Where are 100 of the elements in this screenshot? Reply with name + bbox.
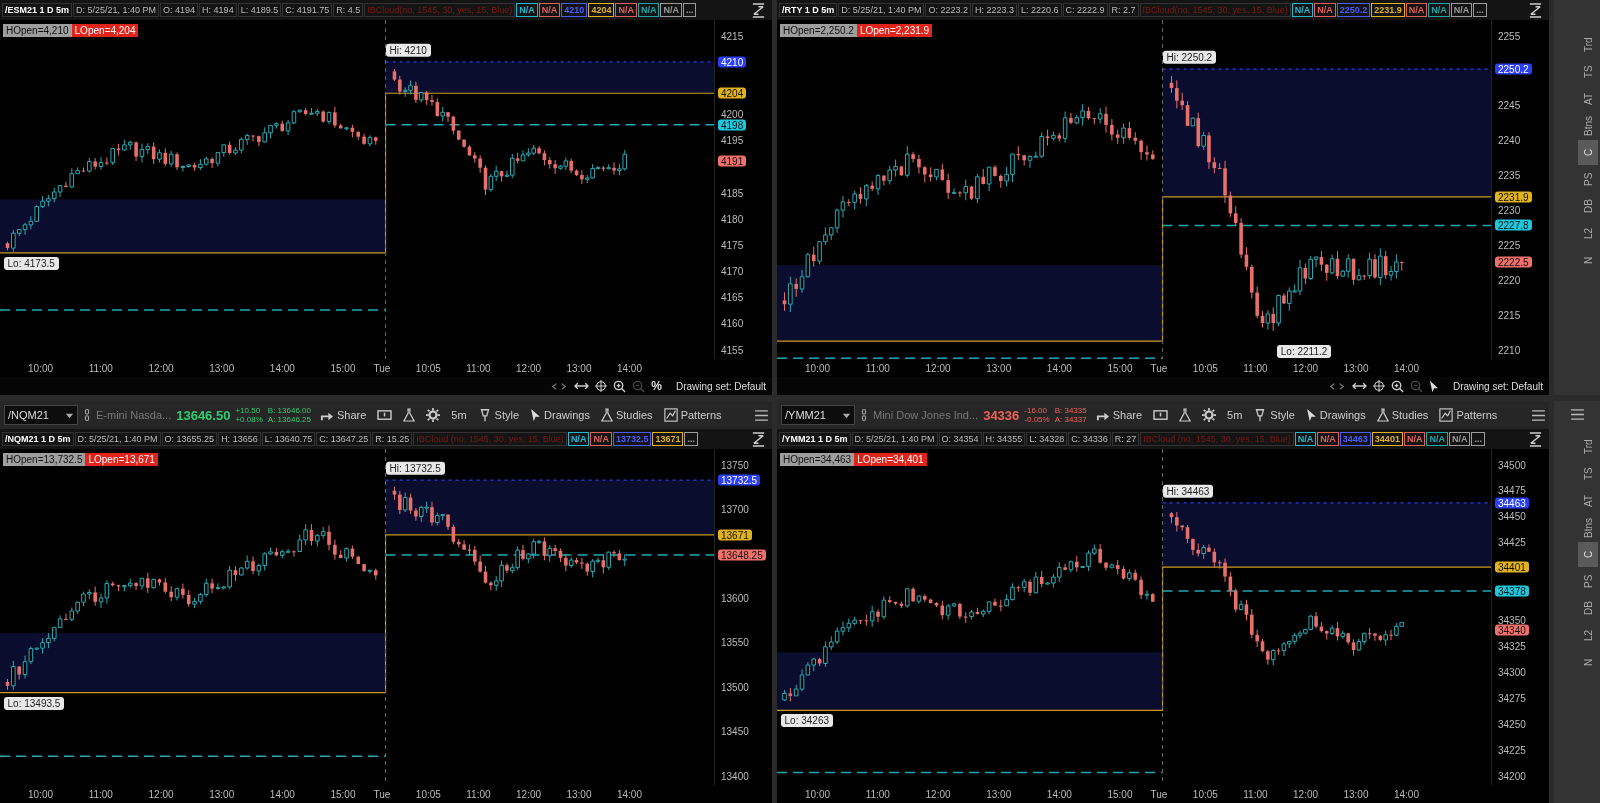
bid-ask-quote: B: 13646.00 <box>267 406 311 415</box>
open-level-badge: HOpen=4,210 <box>3 24 72 37</box>
style-button[interactable]: Style <box>474 406 523 424</box>
price-axis-label: 4160 <box>721 317 744 329</box>
price-axis-label: 2255 <box>1498 30 1521 42</box>
open-level-badge: HOpen=13,732.5 <box>3 453 86 466</box>
flask-button[interactable]: Studies <box>597 406 656 424</box>
text-button[interactable]: 5m <box>1224 407 1246 423</box>
low-callout: Lo: 2211.2 <box>1276 345 1332 359</box>
time-axis-label: Tue <box>1150 788 1168 800</box>
study-value: N/A <box>660 3 682 17</box>
style-button[interactable]: Style <box>1250 406 1298 424</box>
time-axis-label: 10:05 <box>1192 362 1218 374</box>
time-axis-label: 10:00 <box>805 362 831 374</box>
price-tag: 13732.5 <box>718 474 761 486</box>
study-value: 13671 <box>652 432 684 446</box>
time-axis-label: 11:00 <box>466 788 491 800</box>
price-axis-label: 4195 <box>721 134 744 146</box>
price-axis-label: 13700 <box>721 503 749 515</box>
ohlc-field: C: 4191.75 <box>282 3 333 17</box>
time-axis-label: 12:00 <box>148 788 174 800</box>
price-axis-label: 2210 <box>1498 344 1521 356</box>
text-button[interactable]: 5m <box>448 407 470 423</box>
ohlc-field: H: 4194 <box>199 3 237 17</box>
price-axis-label: 2220 <box>1498 274 1521 286</box>
ohlc-field: H: 2223.3 <box>971 3 1017 17</box>
time-axis-label: 15:00 <box>330 362 356 374</box>
time-axis-label: 13:00 <box>566 362 592 374</box>
price-axis-label: 4180 <box>721 213 744 225</box>
time-axis-label: 11:00 <box>865 788 890 800</box>
pattern-button[interactable]: Patterns <box>660 406 725 424</box>
price-axis-label: 13550 <box>721 636 749 648</box>
time-axis-label: 14:00 <box>269 788 295 800</box>
time-axis-label: 13:00 <box>209 362 235 374</box>
chart-symbol: /ESM21 1 D 5m <box>2 3 73 17</box>
ohlc-field: D: 5/25/21, 1:40 PM <box>851 432 938 446</box>
pattern-button[interactable]: Patterns <box>1436 406 1501 424</box>
flask-button[interactable]: Studies <box>1373 406 1432 424</box>
ohlc-field: L: 34328 <box>1026 432 1068 446</box>
price-axis-label: 34250 <box>1498 718 1526 730</box>
time-axis-label: 11:00 <box>865 362 890 374</box>
price-tag: 34378 <box>1495 585 1529 597</box>
study-label: IBCloud (no, 1545, 30, yes, 15, Blue) <box>413 432 567 446</box>
share-button[interactable]: Share <box>1091 406 1146 424</box>
sidebar-tab[interactable]: C <box>1578 140 1598 165</box>
time-axis-label: Tue <box>1150 362 1168 374</box>
instrument-description: Mini Dow Jones Ind... <box>873 409 979 421</box>
ohlc-field: C: 2222.9 <box>1062 3 1108 17</box>
pointer-button[interactable]: Drawings <box>1302 406 1369 424</box>
ohlc-field: O: 2223.2 <box>925 3 971 17</box>
share-button[interactable]: Share <box>315 406 370 424</box>
ohlc-field: R: 4.5 <box>333 3 364 17</box>
price-axis-label: 34200 <box>1498 770 1526 782</box>
ohlc-field: O: 4194 <box>160 3 199 17</box>
ohlc-field: D: 5/25/21, 1:40 PM <box>74 432 161 446</box>
time-axis-label: 14:00 <box>1046 788 1072 800</box>
time-axis-label: 13:00 <box>1343 788 1369 800</box>
study-value: N/A <box>1291 3 1314 17</box>
price-axis-label: 4215 <box>721 30 744 42</box>
price-axis-label: 34500 <box>1498 459 1526 471</box>
symbol-field[interactable]: /YMM21 <box>781 405 855 425</box>
symbol-field[interactable]: /NQM21 <box>4 405 78 425</box>
time-axis-label: 15:00 <box>330 788 356 800</box>
ohlc-field: L: 4189.5 <box>237 3 282 17</box>
price-tag: 4191 <box>718 155 747 167</box>
time-axis-label: 11:00 <box>88 788 113 800</box>
percent-toggle[interactable]: % <box>651 379 662 393</box>
drawing-set-label[interactable]: Drawing set: Default <box>1452 380 1543 392</box>
time-axis-label: Tue <box>373 362 391 374</box>
last-price: 34336 <box>983 407 1020 423</box>
price-change: -16.00 <box>1024 406 1048 415</box>
ohlc-field: R: 27 <box>1111 432 1140 446</box>
time-axis-label: 11:00 <box>88 362 113 374</box>
study-value: N/A <box>1428 3 1450 17</box>
ohlc-field: C: 34336 <box>1068 432 1111 446</box>
time-axis-label: 12:00 <box>1293 788 1319 800</box>
high-callout: Hi: 13732.5 <box>385 461 445 475</box>
study-value: 4204 <box>588 3 615 17</box>
sidebar-tab[interactable]: C <box>1578 542 1598 567</box>
study-label: IBCloud(no, 1545, 30, yes, 15, Blue) <box>364 3 516 17</box>
time-axis-label: 10:05 <box>415 362 441 374</box>
ohlc-field: H: 13656 <box>218 432 261 446</box>
pointer-button[interactable]: Drawings <box>527 406 593 424</box>
ohlc-field: D: 5/25/21, 1:40 PM <box>73 3 160 17</box>
time-axis-label: 12:00 <box>148 362 174 374</box>
time-axis-label: 14:00 <box>269 362 295 374</box>
time-axis-label: 14:00 <box>616 788 642 800</box>
study-value: N/A <box>1426 432 1448 446</box>
bid-ask-quote: B: 34335 <box>1054 406 1087 415</box>
study-value: N/A <box>567 432 590 446</box>
time-axis-label: 13:00 <box>986 362 1012 374</box>
price-axis-label: 4155 <box>721 344 744 356</box>
price-axis-label: 2235 <box>1498 169 1521 181</box>
low-callout: Lo: 34263 <box>780 714 834 728</box>
price-axis-label: 34425 <box>1498 536 1526 548</box>
price-tag: 13648.25 <box>718 549 766 561</box>
ohlc-field: C: 13647.25 <box>316 432 372 446</box>
study-value: 2231.9 <box>1371 3 1405 17</box>
price-change: +10.50 <box>235 406 262 415</box>
drawing-set-label[interactable]: Drawing set: Default <box>675 380 766 392</box>
